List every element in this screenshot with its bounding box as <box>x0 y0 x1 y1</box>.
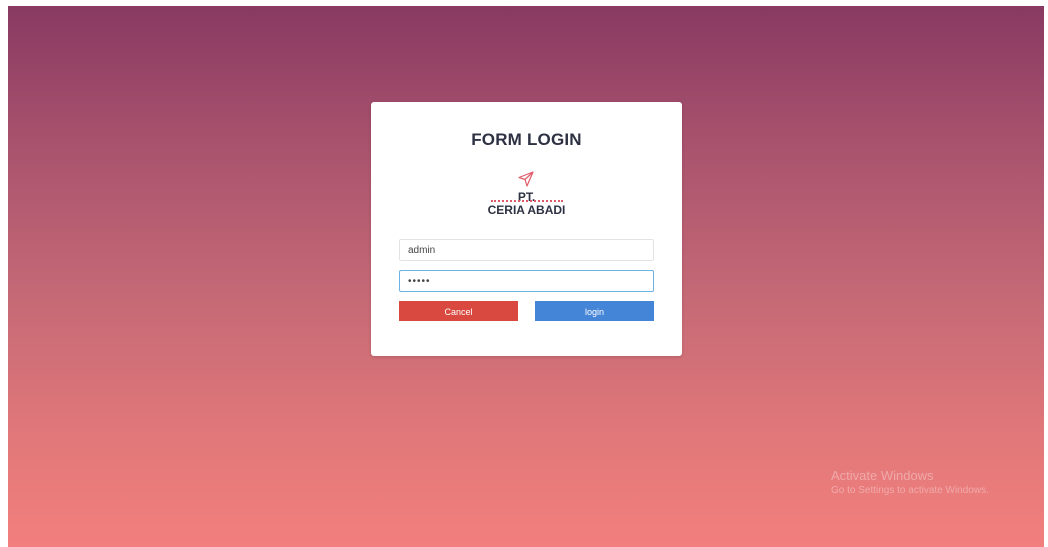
paper-plane-icon <box>518 171 534 187</box>
login-button[interactable]: login <box>535 301 654 321</box>
activate-windows-watermark: Activate Windows Go to Settings to activ… <box>831 468 989 498</box>
password-input[interactable] <box>399 270 654 292</box>
page-background: FORM LOGIN PT. CERIA ABADI Cancel login … <box>8 6 1044 547</box>
form-title: FORM LOGIN <box>471 130 582 149</box>
logo-company-name: CERIA ABADI <box>487 203 566 217</box>
cancel-button[interactable]: Cancel <box>399 301 518 321</box>
watermark-subtitle: Go to Settings to activate Windows. <box>831 485 989 496</box>
company-logo: PT. CERIA ABADI <box>371 170 682 220</box>
watermark-title: Activate Windows <box>831 468 934 483</box>
username-input[interactable] <box>399 239 654 261</box>
login-card: FORM LOGIN PT. CERIA ABADI Cancel login <box>371 102 682 356</box>
